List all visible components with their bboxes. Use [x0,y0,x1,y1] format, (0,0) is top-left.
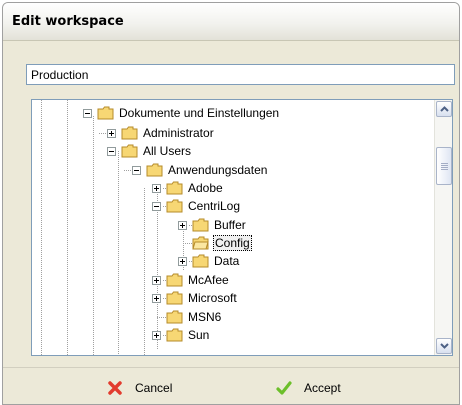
green-check-icon [276,381,292,395]
tree-node-label-selected: Config [213,235,252,251]
folder-icon [192,218,209,232]
collapse-toggle[interactable] [152,201,161,211]
arrow-up-icon [440,106,449,112]
folder-icon [166,310,183,324]
folder-icon [121,144,138,158]
footer-divider [3,367,459,368]
collapse-toggle[interactable] [83,108,92,118]
tree-node-label: Data [214,254,240,268]
collapse-toggle[interactable] [132,165,141,175]
tree-node-label: Dokumente und Einstellungen [119,106,280,120]
collapse-toggle[interactable] [107,146,116,156]
folder-icon [166,181,183,195]
expand-toggle[interactable] [152,330,161,340]
folder-icon [146,163,163,177]
folder-icon [166,328,183,342]
tree-node-label: All Users [143,144,192,158]
tree-node-label: CentriLog [188,199,241,213]
expand-toggle[interactable] [107,128,116,138]
red-x-icon [108,381,122,395]
cancel-button[interactable]: Cancel [107,375,172,401]
tree-node-microsoft[interactable]: Microsoft [152,289,238,307]
tree-node-label: Administrator [143,126,214,140]
tree-node-data[interactable]: Data [178,252,240,270]
scroll-thumb[interactable] [436,147,452,185]
cancel-label: Cancel [135,381,173,395]
folder-icon [192,254,209,268]
tree-node-buffer[interactable]: Buffer [178,216,247,234]
expand-toggle[interactable] [152,293,161,303]
expand-toggle[interactable] [178,220,187,230]
accept-label: Accept [304,381,341,395]
tree-node-label: McAfee [188,273,229,287]
tree-node-sun[interactable]: Sun [152,326,210,344]
accept-button[interactable]: Accept [276,375,341,401]
expand-toggle[interactable] [152,275,161,285]
scroll-down-button[interactable] [436,338,452,354]
folder-icon [166,273,183,287]
tree-node-centrilog[interactable]: CentriLog [152,197,241,215]
tree-node-label: Adobe [188,181,223,195]
tree-node-anwendungsdaten[interactable]: Anwendungsdaten [132,161,268,179]
folder-tree[interactable]: Dokumente und Einstellungen Administrato… [31,99,453,356]
scroll-up-button[interactable] [436,101,452,117]
tree-node-label: Anwendungsdaten [168,163,268,177]
tree-node-all-users[interactable]: All Users [107,142,192,160]
tree-node-adobe[interactable]: Adobe [152,179,224,197]
folder-icon [97,106,114,120]
tree-node-mcafee[interactable]: McAfee [152,271,230,289]
edit-workspace-dialog: Edit workspace Production Dokumente und … [2,2,460,405]
tree-node-label: Sun [188,328,210,342]
tree-node-dokumente[interactable]: Dokumente und Einstellungen [83,104,280,122]
expand-toggle[interactable] [152,183,161,193]
vertical-scrollbar[interactable] [434,100,452,355]
tree-node-config[interactable]: Config [178,234,252,252]
folder-icon [121,126,138,140]
expand-toggle[interactable] [178,256,187,266]
tree-node-msn6[interactable]: MSN6 [152,308,222,326]
tree-node-label: MSN6 [188,310,222,324]
workspace-name-input[interactable] [26,64,455,85]
dialog-title: Edit workspace [12,14,124,29]
tree-node-label: Microsoft [188,291,237,305]
folder-icon [166,291,183,305]
tree-node-label: Buffer [214,218,246,232]
tree-node-administrator[interactable]: Administrator [107,124,215,142]
folder-icon [166,199,183,213]
title-bar: Edit workspace [3,3,459,41]
open-folder-icon [192,236,209,250]
arrow-down-icon [440,343,449,349]
